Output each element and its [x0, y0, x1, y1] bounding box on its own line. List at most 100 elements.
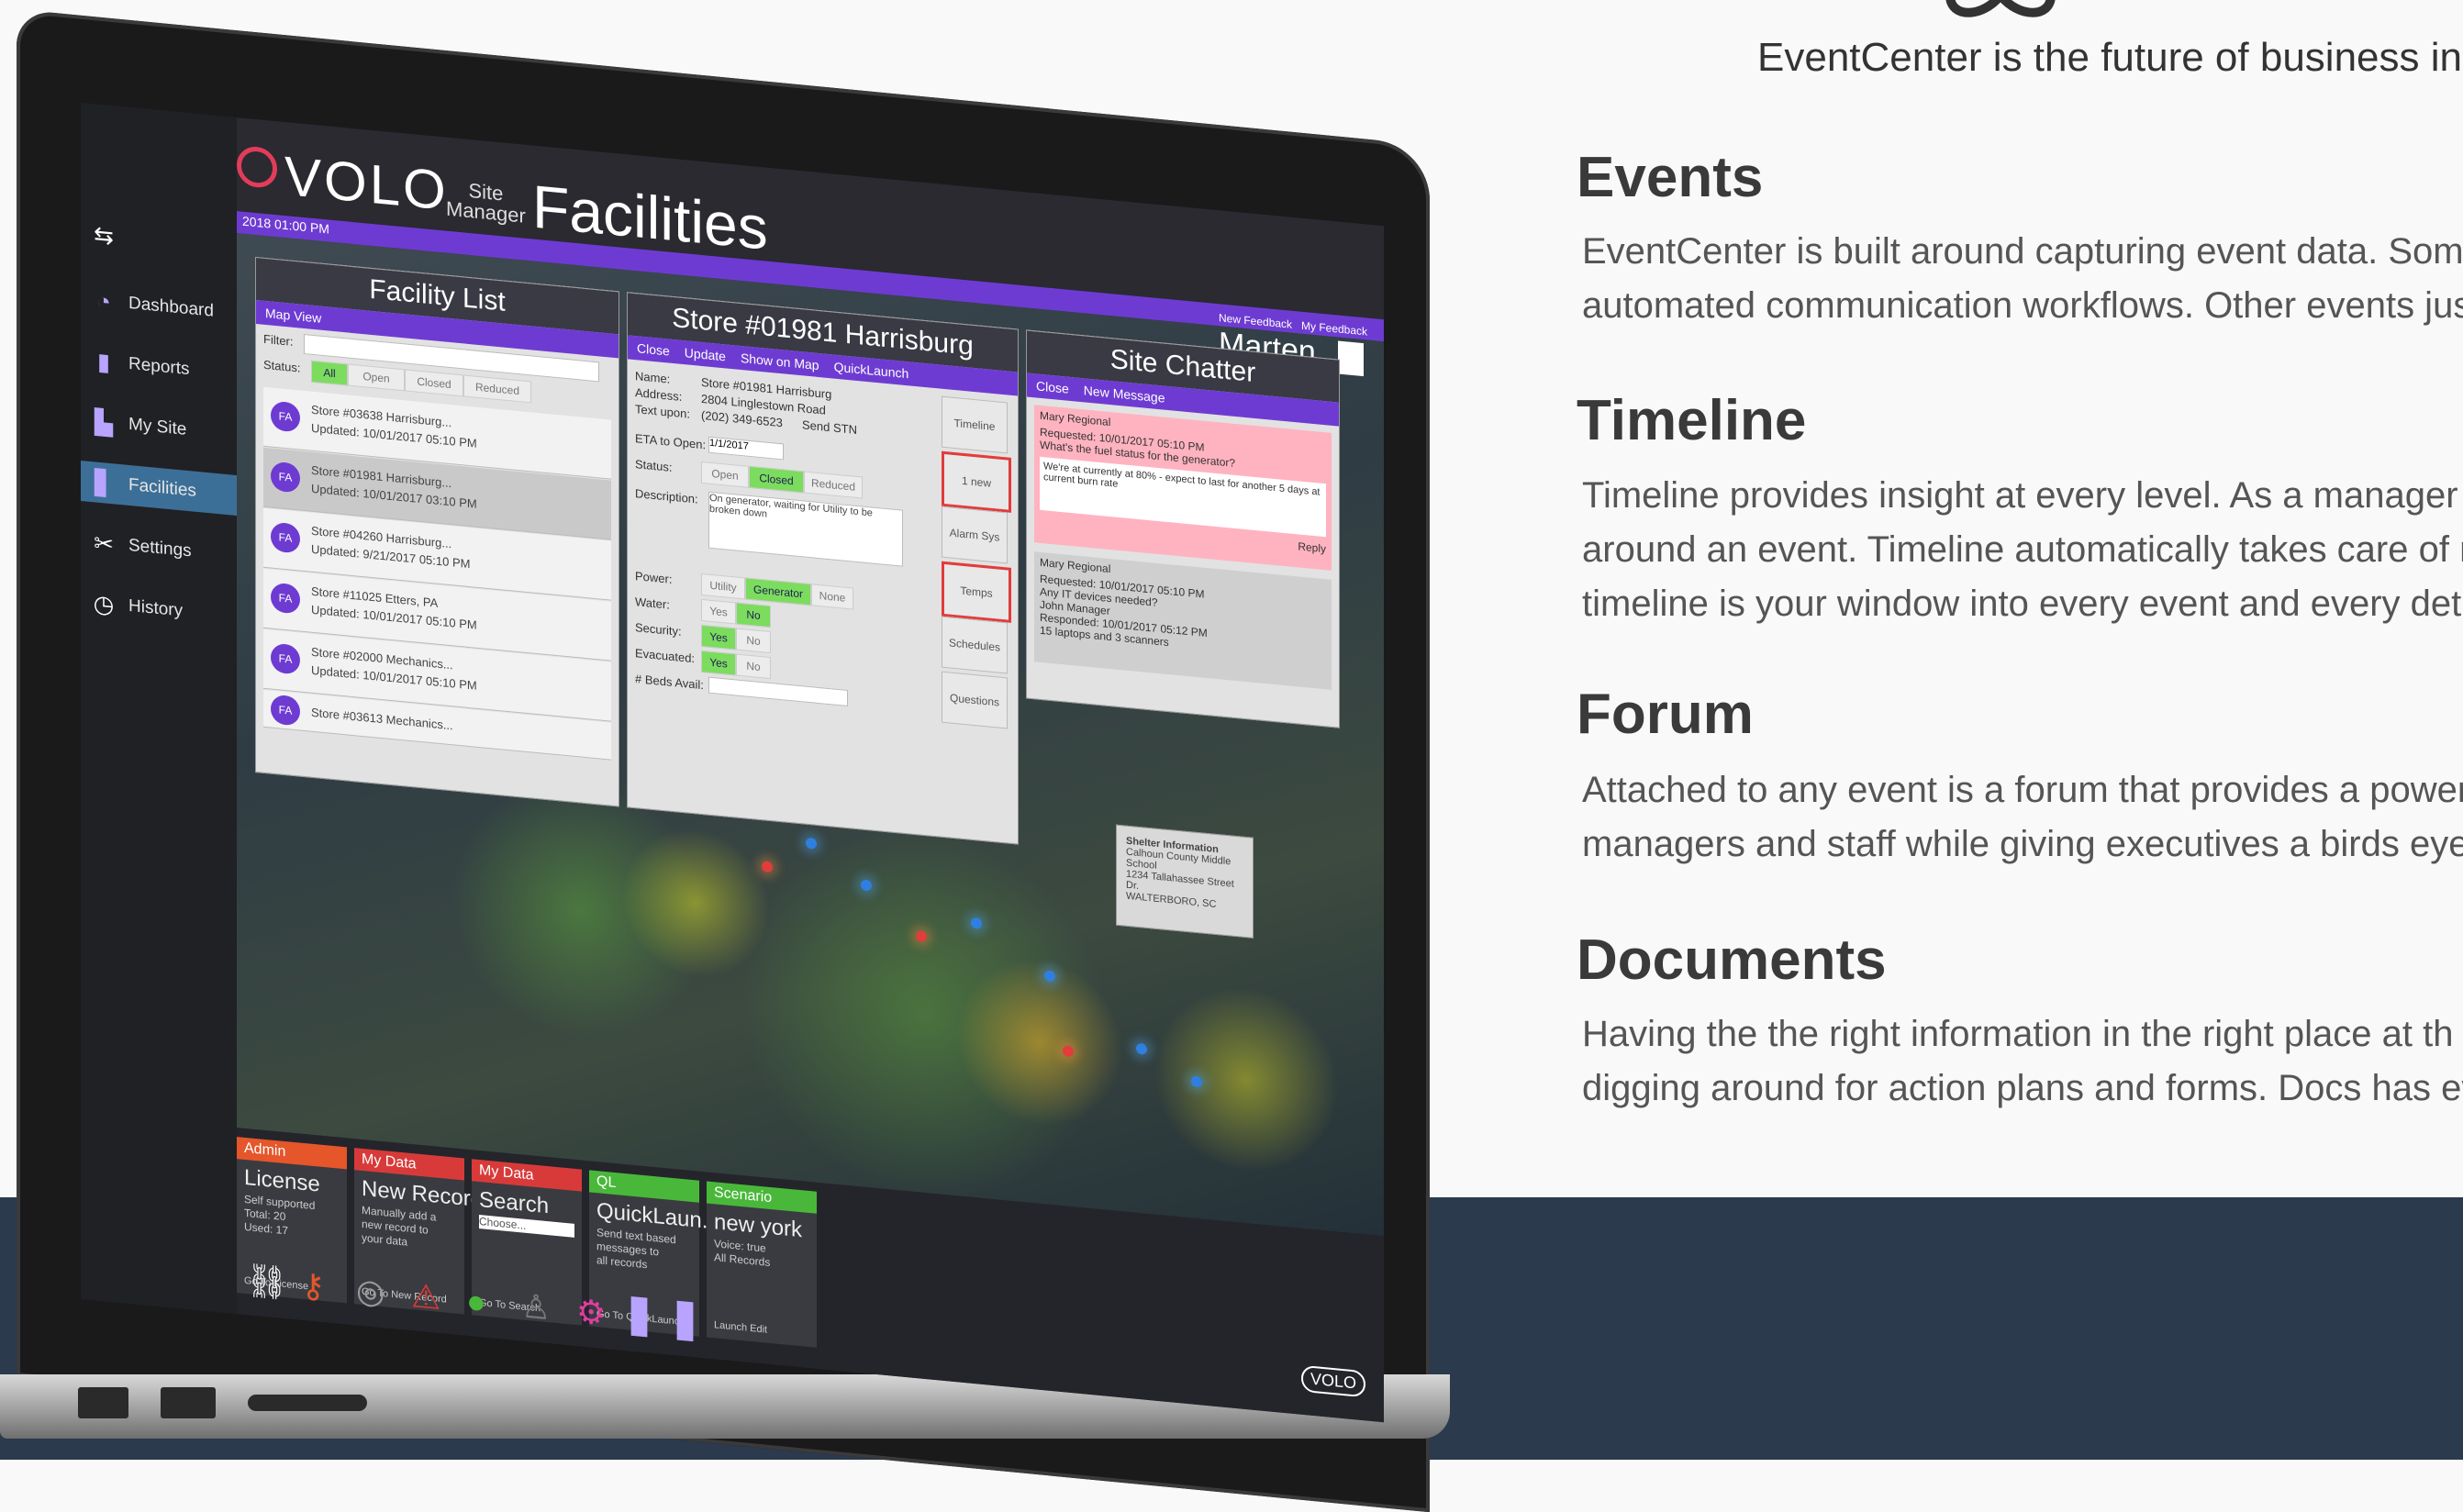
map-pin[interactable] — [1136, 1042, 1147, 1055]
section-title-events: Events — [1577, 146, 1764, 209]
site-icon: ▙ — [95, 406, 113, 437]
send-stn-button[interactable]: Send STN — [802, 417, 857, 437]
filter-label: Filter: — [263, 331, 294, 349]
quicklaunch-button[interactable]: QuickLaunch — [834, 360, 909, 382]
status-open[interactable]: Open — [348, 363, 405, 392]
building-icon[interactable]: ▋ — [677, 1301, 703, 1342]
sidebar-item-dashboard[interactable]: ◔ Dashboard — [81, 279, 237, 334]
store-detail-panel: Store #01981 Harrisburg Close Update Sho… — [627, 292, 1019, 845]
store-status-label: Status: — [635, 457, 673, 474]
sidebar-item-history[interactable]: ◷ History — [81, 582, 237, 637]
store-status-closed[interactable]: Closed — [749, 465, 804, 494]
sidebar-item-facilities[interactable]: ▋ Facilities — [81, 461, 237, 517]
description-label: Description: — [635, 486, 698, 506]
evacuated-label: Evacuated: — [635, 646, 696, 666]
water-label: Water: — [635, 595, 670, 612]
chatter-close-button[interactable]: Close — [1036, 378, 1069, 395]
eta-input[interactable]: 1/1/2017 — [708, 436, 784, 461]
store-status-reduced[interactable]: Reduced — [804, 471, 863, 499]
map-pin[interactable] — [1044, 970, 1055, 983]
power-utility[interactable]: Utility — [701, 573, 745, 600]
power-label: Power: — [635, 569, 673, 586]
name-label: Name: — [635, 369, 671, 386]
new-message-button[interactable]: 1 new — [942, 450, 1011, 513]
infinity-logo-icon — [1945, 0, 2056, 17]
map-pin[interactable] — [861, 879, 872, 892]
evacuated-no[interactable]: No — [736, 653, 771, 680]
user-icon[interactable]: ♙ — [521, 1286, 551, 1328]
temps-button[interactable]: Temps — [942, 561, 1011, 623]
building-icon[interactable]: ▋ — [631, 1297, 657, 1339]
eta-label: ETA to Open: — [635, 431, 707, 452]
section-body-events: EventCenter is built around capturing ev… — [1582, 231, 2463, 326]
security-no[interactable]: No — [736, 628, 771, 654]
status-label: Status: — [263, 357, 301, 375]
schedules-button[interactable]: Schedules — [942, 616, 1008, 674]
section-title-documents: Documents — [1577, 928, 1887, 992]
laptop-mockup: ⇆ ◔ Dashboard ▮ Reports ▙ My Site ▋ Faciliti… — [0, 0, 1450, 1512]
map-pin[interactable] — [762, 861, 773, 873]
sidebar-item-my-site[interactable]: ▙ My Site — [81, 400, 237, 455]
water-no[interactable]: No — [736, 602, 771, 628]
power-generator[interactable]: Generator — [745, 577, 811, 606]
beds-label: # Beds Avail: — [635, 672, 704, 693]
security-label: Security: — [635, 620, 682, 639]
link-icon[interactable]: ⛓ — [246, 1261, 288, 1303]
chat-message[interactable]: Mary Regional Requested: 10/01/2017 05:1… — [1034, 551, 1332, 690]
site-chatter-panel: Site Chatter Close New Message Mary Regi… — [1026, 329, 1340, 728]
description-field[interactable]: On generator, waiting for Utility to be … — [708, 491, 903, 567]
security-yes[interactable]: Yes — [701, 624, 736, 650]
site-manager-label: Site Manager — [446, 178, 526, 228]
map-pin[interactable] — [971, 917, 982, 929]
chat-message[interactable]: Mary Regional Requested: 10/01/2017 05:1… — [1034, 405, 1332, 571]
questions-button[interactable]: Questions — [942, 671, 1008, 729]
shelter-popup[interactable]: Shelter Information Calhoun County Middl… — [1116, 824, 1254, 939]
app-screen: ⇆ ◔ Dashboard ▮ Reports ▙ My Site ▋ Faciliti… — [81, 103, 1384, 1423]
sidebar-item-settings[interactable]: ✂ Settings — [81, 521, 237, 576]
section-body-documents: Having the the right information in the … — [1582, 1014, 2463, 1108]
phone-label: Text upon: — [635, 402, 690, 421]
show-on-map-button[interactable]: Show on Map — [741, 350, 819, 372]
status-closed[interactable]: Closed — [405, 369, 463, 397]
key-icon[interactable]: ⚷ — [301, 1266, 325, 1306]
beds-input[interactable] — [708, 676, 848, 707]
section-title-timeline: Timeline — [1577, 389, 1807, 452]
timeline-button[interactable]: Timeline — [942, 395, 1008, 454]
status-all[interactable]: All — [311, 360, 348, 386]
user-avatar-icon[interactable] — [1338, 340, 1364, 377]
new-message-action[interactable]: New Message — [1084, 383, 1165, 405]
chat-icon[interactable]: ● — [466, 1282, 486, 1322]
sidebar: ⇆ ◔ Dashboard ▮ Reports ▙ My Site ▋ Faciliti… — [81, 103, 237, 1315]
update-button[interactable]: Update — [685, 345, 726, 363]
water-yes[interactable]: Yes — [701, 598, 736, 625]
gear-icon[interactable]: ⚙ — [576, 1292, 606, 1333]
map-pin[interactable] — [1063, 1045, 1074, 1058]
swap-arrows-icon: ⇆ — [94, 219, 114, 250]
sidebar-item-reports[interactable]: ▮ Reports — [81, 339, 237, 395]
map-pin[interactable] — [806, 837, 817, 850]
alarm-sys-button[interactable]: Alarm Sys — [942, 506, 1008, 564]
evacuated-yes[interactable]: Yes — [701, 650, 736, 676]
map-view-button[interactable]: Map View — [265, 306, 321, 326]
collapse-toggle[interactable]: ⇆ — [81, 213, 237, 268]
wrench-icon: ✂ — [94, 528, 114, 558]
building-icon: ▋ — [95, 467, 113, 497]
tagline: EventCenter is the future of business in — [1757, 35, 2462, 80]
power-none[interactable]: None — [811, 584, 853, 610]
section-body-forum: Attached to any event is a forum that pr… — [1582, 770, 2463, 864]
section-body-timeline: Timeline provides insight at every level… — [1582, 475, 2463, 624]
globe-icon[interactable]: ◎ — [356, 1271, 384, 1312]
close-button[interactable]: Close — [637, 340, 670, 358]
warning-icon[interactable]: ⚠ — [411, 1276, 440, 1317]
map-pin[interactable] — [1191, 1075, 1202, 1088]
status-reduced[interactable]: Reduced — [463, 374, 531, 404]
section-title-forum: Forum — [1577, 683, 1754, 746]
map-pin[interactable] — [916, 930, 927, 943]
dock-tile-scenario[interactable]: Scenario new york Voice: true All Records… — [707, 1181, 817, 1348]
address-label: Address: — [635, 385, 683, 404]
gauge-icon: ◔ — [96, 286, 111, 316]
facility-list-panel: Facility List Map View Filter: Status: A… — [255, 256, 619, 807]
store-status-open[interactable]: Open — [701, 461, 749, 488]
history-icon: ◷ — [93, 588, 115, 618]
bar-chart-icon: ▮ — [96, 347, 111, 376]
